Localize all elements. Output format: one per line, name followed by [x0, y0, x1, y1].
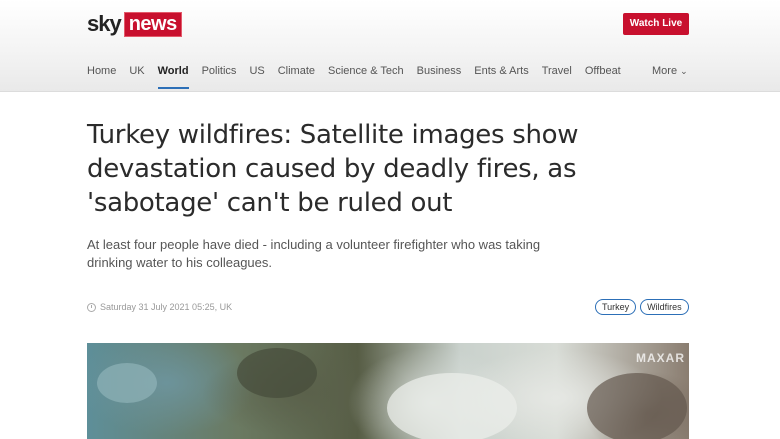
tag-turkey[interactable]: Turkey [595, 299, 637, 315]
nav-item-us[interactable]: US [249, 58, 264, 89]
article-timestamp: Saturday 31 July 2021 05:25, UK [100, 302, 233, 312]
nav-item-travel[interactable]: Travel [542, 58, 572, 89]
nav-item-offbeat[interactable]: Offbeat [585, 58, 621, 89]
nav-item-uk[interactable]: UK [129, 58, 144, 89]
watch-live-button[interactable]: Watch Live [623, 13, 689, 35]
nav-item-climate[interactable]: Climate [278, 58, 315, 89]
article-tags: Turkey Wildfires [591, 299, 689, 315]
nav-item-science-tech[interactable]: Science & Tech [328, 58, 404, 89]
nav-item-politics[interactable]: Politics [202, 58, 237, 89]
logo-sky-text: sky [87, 11, 122, 36]
article-headline: Turkey wildfires: Satellite images show … [87, 120, 579, 218]
nav-item-world[interactable]: World [157, 58, 189, 89]
main-nav: Home UK World Politics US Climate Scienc… [87, 58, 634, 91]
logo-news-text: news [123, 11, 182, 37]
image-forest-area [237, 348, 317, 398]
chevron-down-icon: ⌄ [680, 66, 688, 76]
nav-item-business[interactable]: Business [417, 58, 462, 89]
sky-news-logo[interactable]: sky news [87, 11, 182, 37]
more-label: More [652, 65, 678, 77]
hero-satellite-image[interactable]: MAXAR [87, 343, 689, 439]
image-dark-smoke [587, 373, 687, 439]
clock-icon [87, 302, 96, 312]
article-standfirst: At least four people have died - includi… [87, 237, 541, 270]
image-watermark: MAXAR [636, 351, 685, 365]
image-smoke-plume [387, 373, 517, 439]
article-meta: Saturday 31 July 2021 05:25, UK [87, 302, 232, 312]
image-water-area [97, 363, 157, 403]
site-header: sky news Watch Live Home UK World Politi… [0, 0, 780, 92]
nav-item-home[interactable]: Home [87, 58, 116, 89]
nav-item-ents-arts[interactable]: Ents & Arts [474, 58, 528, 89]
tag-wildfires[interactable]: Wildfires [640, 299, 689, 315]
more-menu-button[interactable]: More ⌄ [652, 58, 688, 84]
